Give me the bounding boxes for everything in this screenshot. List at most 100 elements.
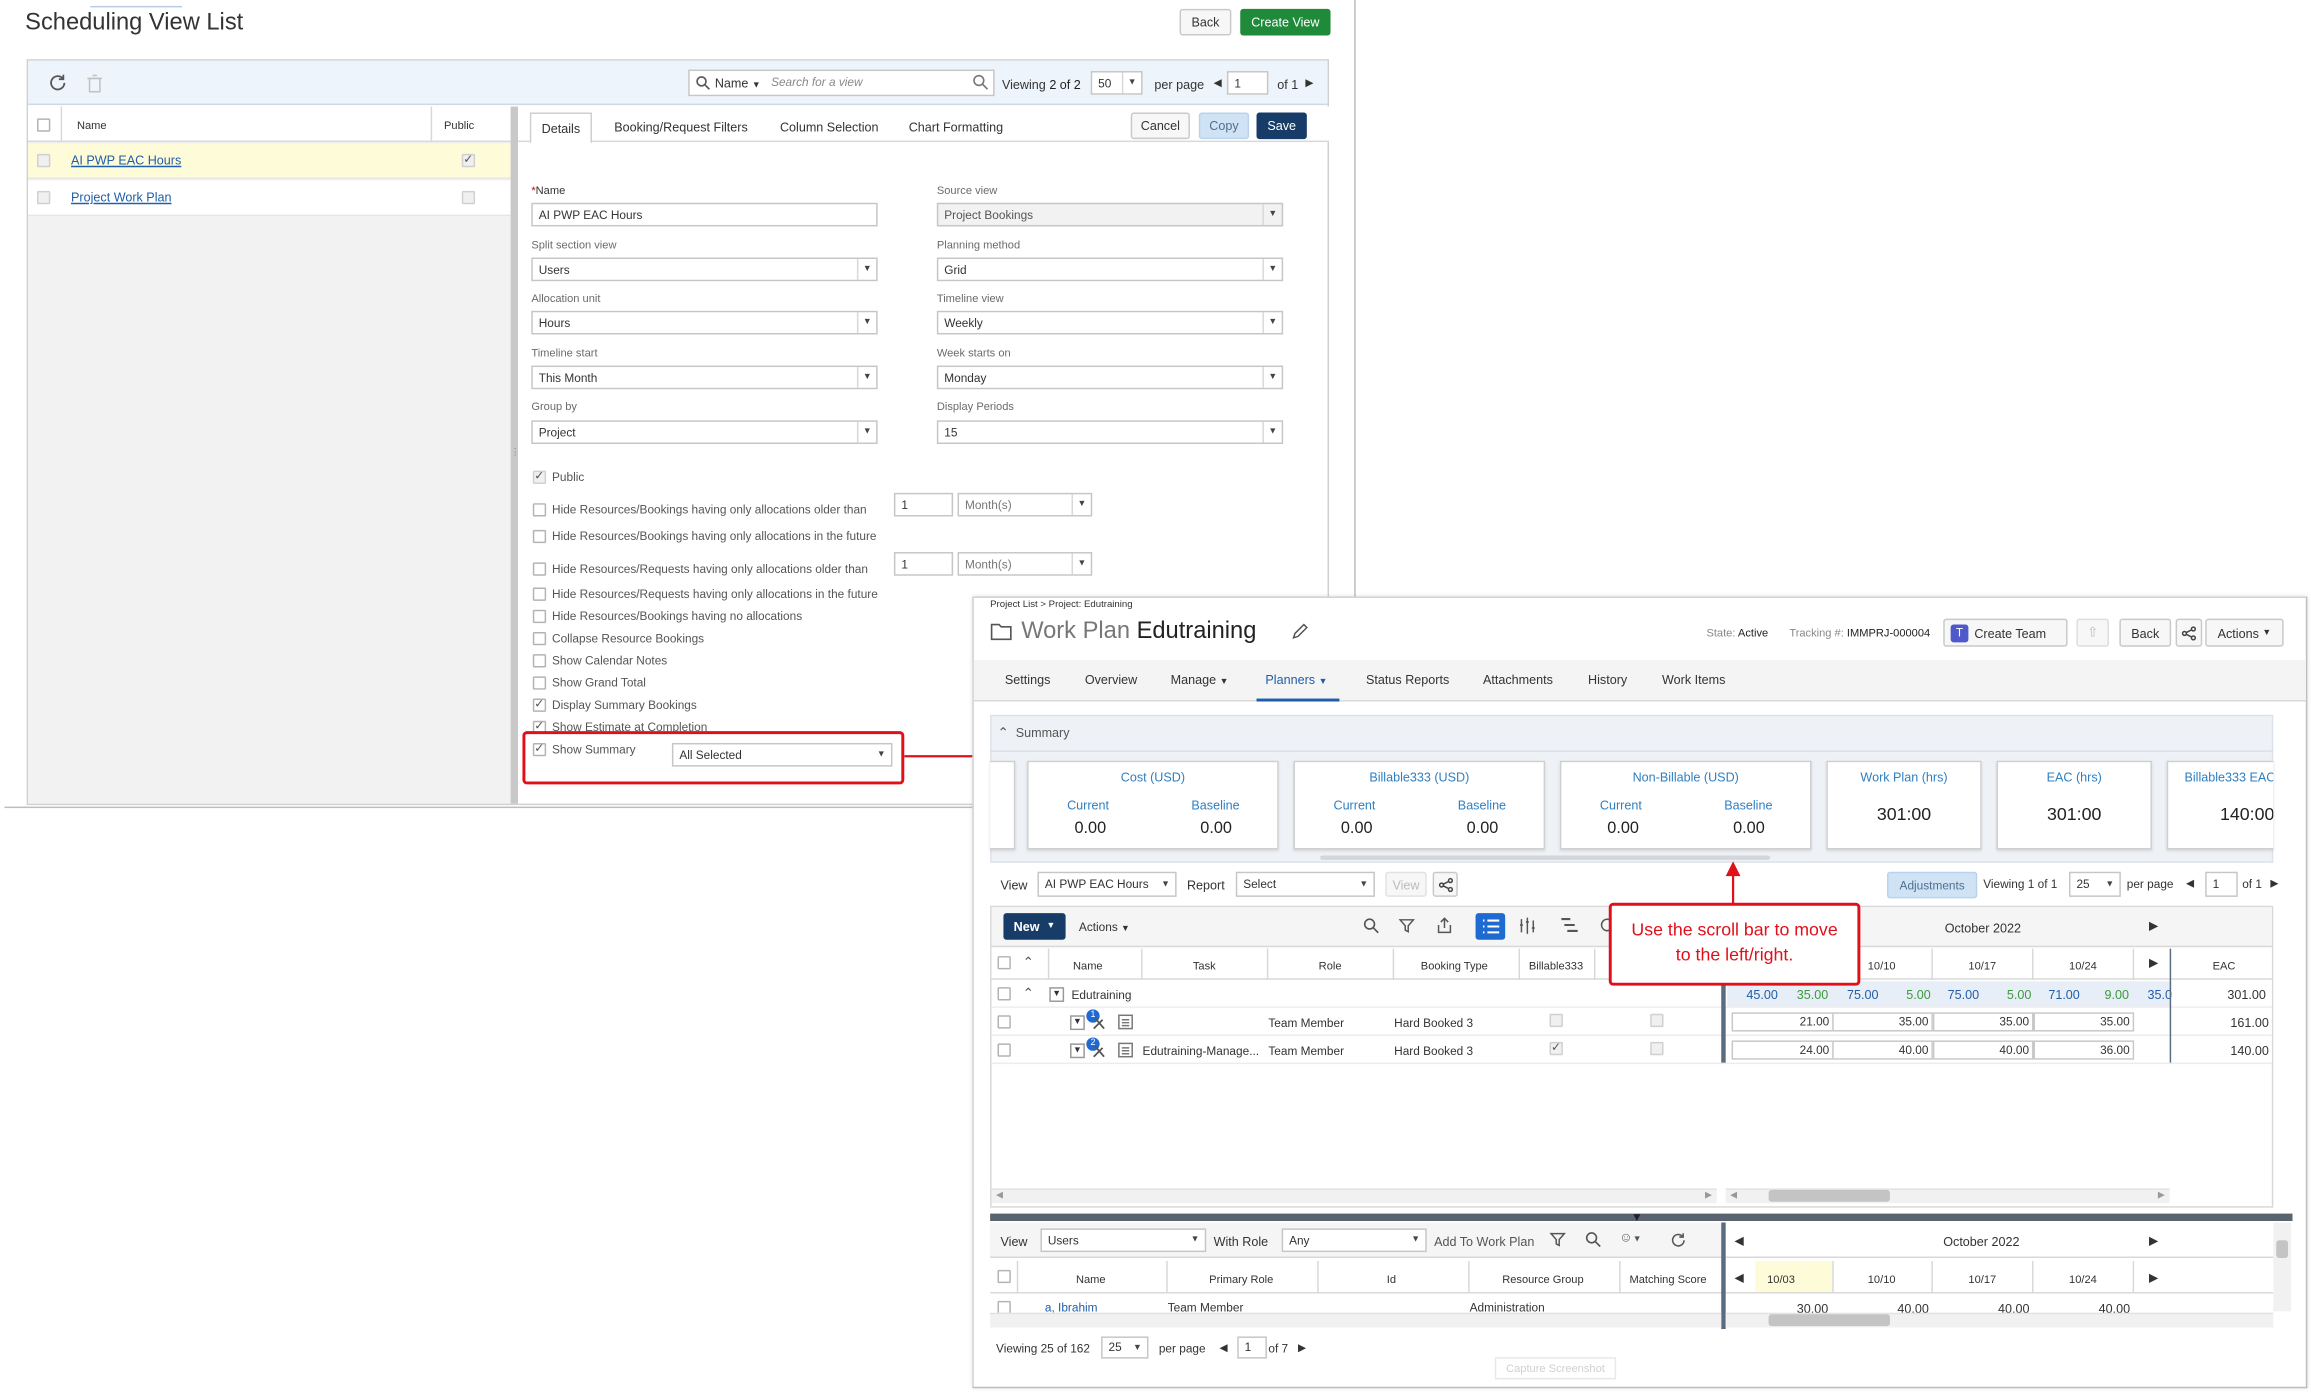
grid-left-scrollbar[interactable] xyxy=(991,1188,1717,1204)
nav-overview[interactable]: Overview xyxy=(1085,672,1137,687)
scroll-left-icon[interactable]: ◀ xyxy=(996,1190,1003,1200)
row-week-input[interactable]: 35.00 xyxy=(1932,1012,2034,1032)
summary-scrollbar[interactable] xyxy=(1320,855,1771,860)
week-starts-select[interactable]: Monday ▼ xyxy=(936,365,1284,390)
filter-icon[interactable] xyxy=(1398,918,1415,934)
row-week-input[interactable]: 21.00 xyxy=(1731,1012,1834,1032)
row-week-input[interactable]: 36.00 xyxy=(2033,1040,2135,1060)
lower-prev-icon[interactable]: ◀ xyxy=(1735,1234,1744,1247)
group-expand-icon[interactable]: ▼ xyxy=(1049,987,1065,1002)
lower-next-icon[interactable]: ▶ xyxy=(2149,1234,2158,1247)
split-section-select[interactable]: Users ▼ xyxy=(531,257,878,282)
grid-search-icon[interactable] xyxy=(1363,918,1379,934)
copy-button[interactable]: Copy xyxy=(1198,112,1250,140)
summary-toggle[interactable]: ⌃ Summary xyxy=(998,725,1070,741)
nav-work-items[interactable]: Work Items xyxy=(1662,672,1725,687)
lower-select-all-checkbox[interactable] xyxy=(997,1269,1011,1284)
hide-bookings-older-checkbox[interactable] xyxy=(532,503,547,517)
display-periods-select[interactable]: 15 ▼ xyxy=(936,420,1284,444)
list-view-icon[interactable] xyxy=(1475,913,1506,940)
refresh-icon[interactable] xyxy=(47,73,68,94)
save-button[interactable]: Save xyxy=(1256,112,1307,140)
share-icon[interactable] xyxy=(2175,618,2203,647)
tools-icon[interactable] xyxy=(1091,1015,1107,1031)
scroll-left-icon[interactable]: ◀ xyxy=(1730,1190,1737,1200)
view-select[interactable]: AI PWP EAC Hours ▼ xyxy=(1037,871,1177,897)
public-checkbox[interactable] xyxy=(532,469,547,484)
lower-search-icon[interactable] xyxy=(1585,1231,1601,1248)
delete-icon[interactable] xyxy=(86,74,104,93)
hide-requests-future-checkbox[interactable] xyxy=(532,587,547,601)
hide-no-allocations-checkbox[interactable] xyxy=(532,609,547,624)
back-button-workplan[interactable]: Back xyxy=(2119,618,2172,647)
name-field[interactable]: AI PWP EAC Hours xyxy=(531,202,878,227)
planning-method-select[interactable]: Grid ▼ xyxy=(936,257,1284,282)
export-icon[interactable]: ⇧ xyxy=(2076,618,2109,647)
grid-export-icon[interactable] xyxy=(1436,916,1454,934)
group-by-select[interactable]: Project ▼ xyxy=(531,420,878,444)
row-expand-icon[interactable]: ▼ xyxy=(1070,1015,1085,1031)
search-input[interactable]: Search for a view xyxy=(771,75,862,88)
row-week-input[interactable]: 40.00 xyxy=(1832,1040,1933,1060)
gantt-icon[interactable] xyxy=(1560,916,1579,935)
notes-icon[interactable] xyxy=(1117,1042,1133,1058)
allocation-unit-select[interactable]: Hours ▼ xyxy=(531,310,878,335)
page-input[interactable]: 1 xyxy=(1226,71,1269,95)
hide-requests-older-number[interactable]: 1 xyxy=(893,552,954,576)
nav-manage[interactable]: Manage ▼ xyxy=(1171,672,1229,687)
hide-bookings-older-number[interactable]: 1 xyxy=(893,492,954,517)
lower-vertical-scrollbar[interactable] xyxy=(2273,1222,2292,1312)
with-role-select[interactable]: Any ▼ xyxy=(1281,1228,1427,1253)
view-link-project-work-plan[interactable]: Project Work Plan xyxy=(71,189,171,204)
lower-vertical-scroll-thumb[interactable] xyxy=(2276,1240,2289,1258)
collapse-bookings-checkbox[interactable] xyxy=(532,631,547,646)
row-billable-checkbox[interactable] xyxy=(1549,1040,1563,1056)
lower-left-scrollbar[interactable] xyxy=(990,1312,1722,1328)
create-view-button[interactable]: Create View xyxy=(1240,8,1331,36)
workplan-page-input[interactable]: 1 xyxy=(2205,871,2238,897)
scroll-right-icon[interactable]: ▶ xyxy=(2158,1190,2165,1200)
nav-status-reports[interactable]: Status Reports xyxy=(1366,672,1449,687)
display-summary-checkbox[interactable] xyxy=(532,697,547,712)
hide-requests-older-checkbox[interactable] xyxy=(532,562,547,576)
capture-screenshot-button[interactable]: Capture Screenshot xyxy=(1494,1357,1617,1380)
timeline-next-icon[interactable]: ▶ xyxy=(2149,919,2158,932)
row-checkbox[interactable] xyxy=(997,1043,1011,1057)
chevron-up-icon[interactable]: ⌃ xyxy=(1023,986,1034,1002)
source-view-select[interactable]: Project Bookings ▼ xyxy=(936,202,1284,227)
new-button[interactable]: New ▼ xyxy=(1003,913,1066,940)
grid-select-all-checkbox[interactable] xyxy=(997,956,1011,970)
view-link-ai-pwp[interactable]: AI PWP EAC Hours xyxy=(71,152,181,167)
row-extra-checkbox[interactable] xyxy=(1650,1041,1664,1056)
tab-column-selection[interactable]: Column Selection xyxy=(780,120,879,135)
row-week-input[interactable]: 35.00 xyxy=(2033,1012,2135,1032)
share-view-icon[interactable] xyxy=(1432,871,1458,897)
actions-dropdown[interactable]: Actions ▼ xyxy=(2205,618,2284,647)
report-select[interactable]: Select ▼ xyxy=(1235,871,1375,897)
group-row-checkbox[interactable] xyxy=(997,987,1011,1001)
grand-total-checkbox[interactable] xyxy=(532,676,547,690)
tools-icon[interactable] xyxy=(1091,1043,1107,1059)
row-week-input[interactable]: 40.00 xyxy=(1932,1040,2034,1060)
hide-bookings-future-checkbox[interactable] xyxy=(532,529,547,544)
collapse-all-icon[interactable]: ⌃ xyxy=(1023,955,1034,971)
tab-chart-formatting[interactable]: Chart Formatting xyxy=(909,120,1003,135)
lower-refresh-icon[interactable] xyxy=(1669,1231,1687,1249)
scroll-right-icon[interactable]: ▶ xyxy=(1705,1190,1712,1200)
breadcrumb[interactable]: Project List > Project: Edutraining xyxy=(990,599,1133,609)
row-checkbox[interactable] xyxy=(997,1015,1011,1029)
next-page-icon[interactable]: ▶ xyxy=(1305,77,1313,88)
user-match-icon[interactable]: ☺▼ xyxy=(1619,1230,1641,1245)
notes-icon[interactable] xyxy=(1117,1014,1133,1030)
lower-filter-icon[interactable] xyxy=(1549,1231,1566,1247)
select-all-checkbox[interactable] xyxy=(37,118,51,132)
lower-week-prev-icon[interactable]: ◀ xyxy=(1735,1271,1744,1284)
lower-prev-page-icon[interactable]: ◀ xyxy=(1220,1342,1228,1354)
workplan-next-page-icon[interactable]: ▶ xyxy=(2270,878,2278,889)
prev-page-icon[interactable]: ◀ xyxy=(1214,77,1222,88)
nav-planners[interactable]: Planners ▼ xyxy=(1265,672,1327,687)
nav-history[interactable]: History xyxy=(1588,672,1627,687)
lower-next-page-icon[interactable]: ▶ xyxy=(1298,1342,1306,1354)
nav-settings[interactable]: Settings xyxy=(1005,672,1050,687)
search-magnifier-icon[interactable] xyxy=(972,74,989,90)
